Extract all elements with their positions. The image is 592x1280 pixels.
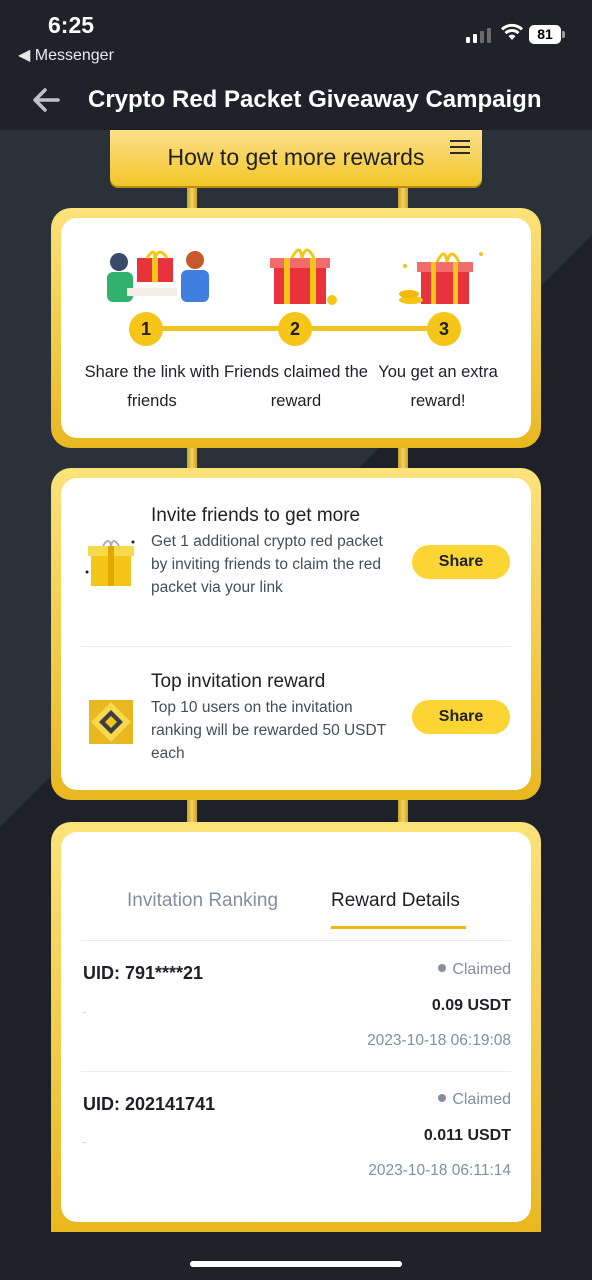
placeholder-mark: [83, 1142, 86, 1143]
diamond-badge-icon: [89, 700, 133, 744]
top-reward-title: Top invitation reward: [151, 671, 326, 692]
reward-uid: UID: 791****21: [83, 963, 204, 983]
wifi-icon: [501, 23, 523, 40]
reward-amount: 0.011 USDT: [423, 1127, 511, 1144]
cellular-signal-icon: [466, 28, 491, 43]
step-3-text: You get an extra reward!: [378, 363, 498, 410]
steps-card: 1 2 3 Share the link with friends Friend…: [61, 218, 531, 438]
invite-card: Invite friends to get more Get 1 additio…: [61, 478, 531, 790]
tab-reward-details[interactable]: Reward Details: [331, 890, 460, 912]
home-indicator[interactable]: [190, 1261, 402, 1267]
reward-status-text: Claimed: [452, 961, 511, 978]
invite-description: Get 1 additional crypto red packet by in…: [151, 533, 383, 596]
active-tab-indicator: [331, 926, 466, 929]
rewards-card-frame: Invitation Ranking Reward Details UID: 7…: [51, 822, 541, 1232]
invite-share-button[interactable]: Share: [412, 545, 510, 579]
top-reward-share-button[interactable]: Share: [412, 700, 510, 734]
invite-divider: [81, 646, 511, 647]
top-navigation: Crypto Red Packet Giveaway Campaign: [0, 70, 592, 130]
reward-date: 2023-10-18 06:11:14: [368, 1162, 511, 1179]
reward-amount: 0.09 USDT: [431, 997, 511, 1014]
back-to-messenger-link[interactable]: ◀ Messenger: [18, 45, 114, 65]
how-to-banner: How to get more rewards: [110, 130, 482, 186]
reward-status: Claimed: [438, 1091, 511, 1109]
reward-uid: UID: 202141741: [83, 1094, 216, 1114]
status-dot-icon: [438, 963, 447, 972]
step-1-badge: 1: [129, 312, 163, 346]
reward-date: 2023-10-18 06:19:08: [367, 1032, 511, 1049]
back-arrow-icon[interactable]: [28, 82, 68, 118]
step-1-text: Share the link with friends: [84, 363, 220, 410]
top-reward-description: Top 10 users on the invitation ranking w…: [151, 699, 386, 762]
menu-icon[interactable]: [450, 140, 470, 158]
bottom-bar: [0, 1232, 592, 1280]
gift-box-illustration-icon: [270, 248, 337, 305]
invite-card-frame: Invite friends to get more Get 1 additio…: [51, 468, 541, 800]
steps-card-frame: 1 2 3 Share the link with friends Friend…: [51, 208, 541, 448]
step-2-text: Friends claimed the reward: [224, 363, 368, 410]
placeholder-mark: [83, 1012, 86, 1013]
share-gift-illustration-icon: [107, 250, 209, 302]
invite-title: Invite friends to get more: [151, 505, 361, 526]
reward-divider: [81, 1071, 511, 1072]
reward-status-text: Claimed: [452, 1091, 511, 1108]
step-2-badge: 2: [278, 312, 312, 346]
banner-title: How to get more rewards: [167, 144, 425, 170]
battery-indicator: 81: [529, 25, 565, 44]
clock: 6:25: [48, 12, 95, 38]
status-bar: 6:25 ◀ Messenger 81: [0, 0, 592, 70]
page-title: Crypto Red Packet Giveaway Campaign: [88, 86, 542, 113]
rewards-card: Invitation Ranking Reward Details UID: 7…: [61, 832, 531, 1222]
extra-reward-illustration-icon: [399, 252, 483, 304]
tabs-divider: [81, 940, 511, 941]
reward-status: Claimed: [438, 961, 511, 979]
tab-invitation-ranking[interactable]: Invitation Ranking: [127, 890, 278, 912]
status-dot-icon: [438, 1093, 447, 1102]
step-3-badge: 3: [427, 312, 461, 346]
gift-icon: [85, 540, 135, 586]
